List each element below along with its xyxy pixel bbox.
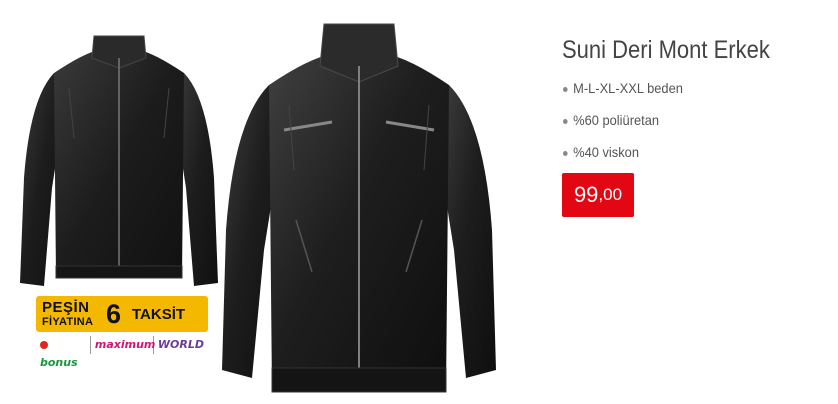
- feature-text: %60 poliüretan: [573, 112, 660, 128]
- card-logos: bonus maximum WORLD: [36, 334, 208, 369]
- promo-line1: PEŞİN: [42, 299, 90, 316]
- product-image-small[interactable]: [14, 28, 224, 290]
- product-title: Suni Deri Mont Erkek: [562, 36, 770, 64]
- price-decimal: ,00: [598, 185, 623, 204]
- price-integer: 99: [573, 182, 599, 207]
- bullet-icon: [563, 86, 568, 92]
- feature-list: M-L-XL-XXL beden %60 poliüretan %40 visk…: [563, 78, 693, 174]
- installment-promo-badge: PEŞİN FİYATINA 6 TAKSİT bonus maximum WO…: [36, 296, 208, 369]
- bullet-icon: [563, 150, 568, 156]
- price-badge: 99,00: [562, 173, 634, 217]
- feature-text: M-L-XL-XXL beden: [573, 80, 683, 96]
- feature-item: %60 poliüretan: [563, 110, 683, 142]
- bonus-card-logo: bonus: [36, 336, 90, 369]
- product-image-large[interactable]: [214, 10, 504, 402]
- promo-banner: PEŞİN FİYATINA 6 TAKSİT: [36, 296, 208, 332]
- world-card-logo: WORLD: [157, 338, 204, 351]
- bullet-icon: [563, 118, 568, 124]
- bonus-dot-icon: [40, 341, 48, 349]
- feature-text: %40 viskon: [573, 144, 639, 160]
- bonus-card-label: bonus: [40, 356, 78, 369]
- feature-item: %40 viskon: [563, 142, 683, 174]
- promo-line2: FİYATINA: [42, 316, 94, 328]
- maximum-card-logo: maximum: [89, 336, 155, 354]
- feature-item: M-L-XL-XXL beden: [563, 78, 683, 110]
- installment-label: TAKSİT: [132, 306, 186, 323]
- product-card: PEŞİN FİYATINA 6 TAKSİT bonus maximum WO…: [0, 0, 838, 404]
- installment-count: 6: [106, 299, 122, 329]
